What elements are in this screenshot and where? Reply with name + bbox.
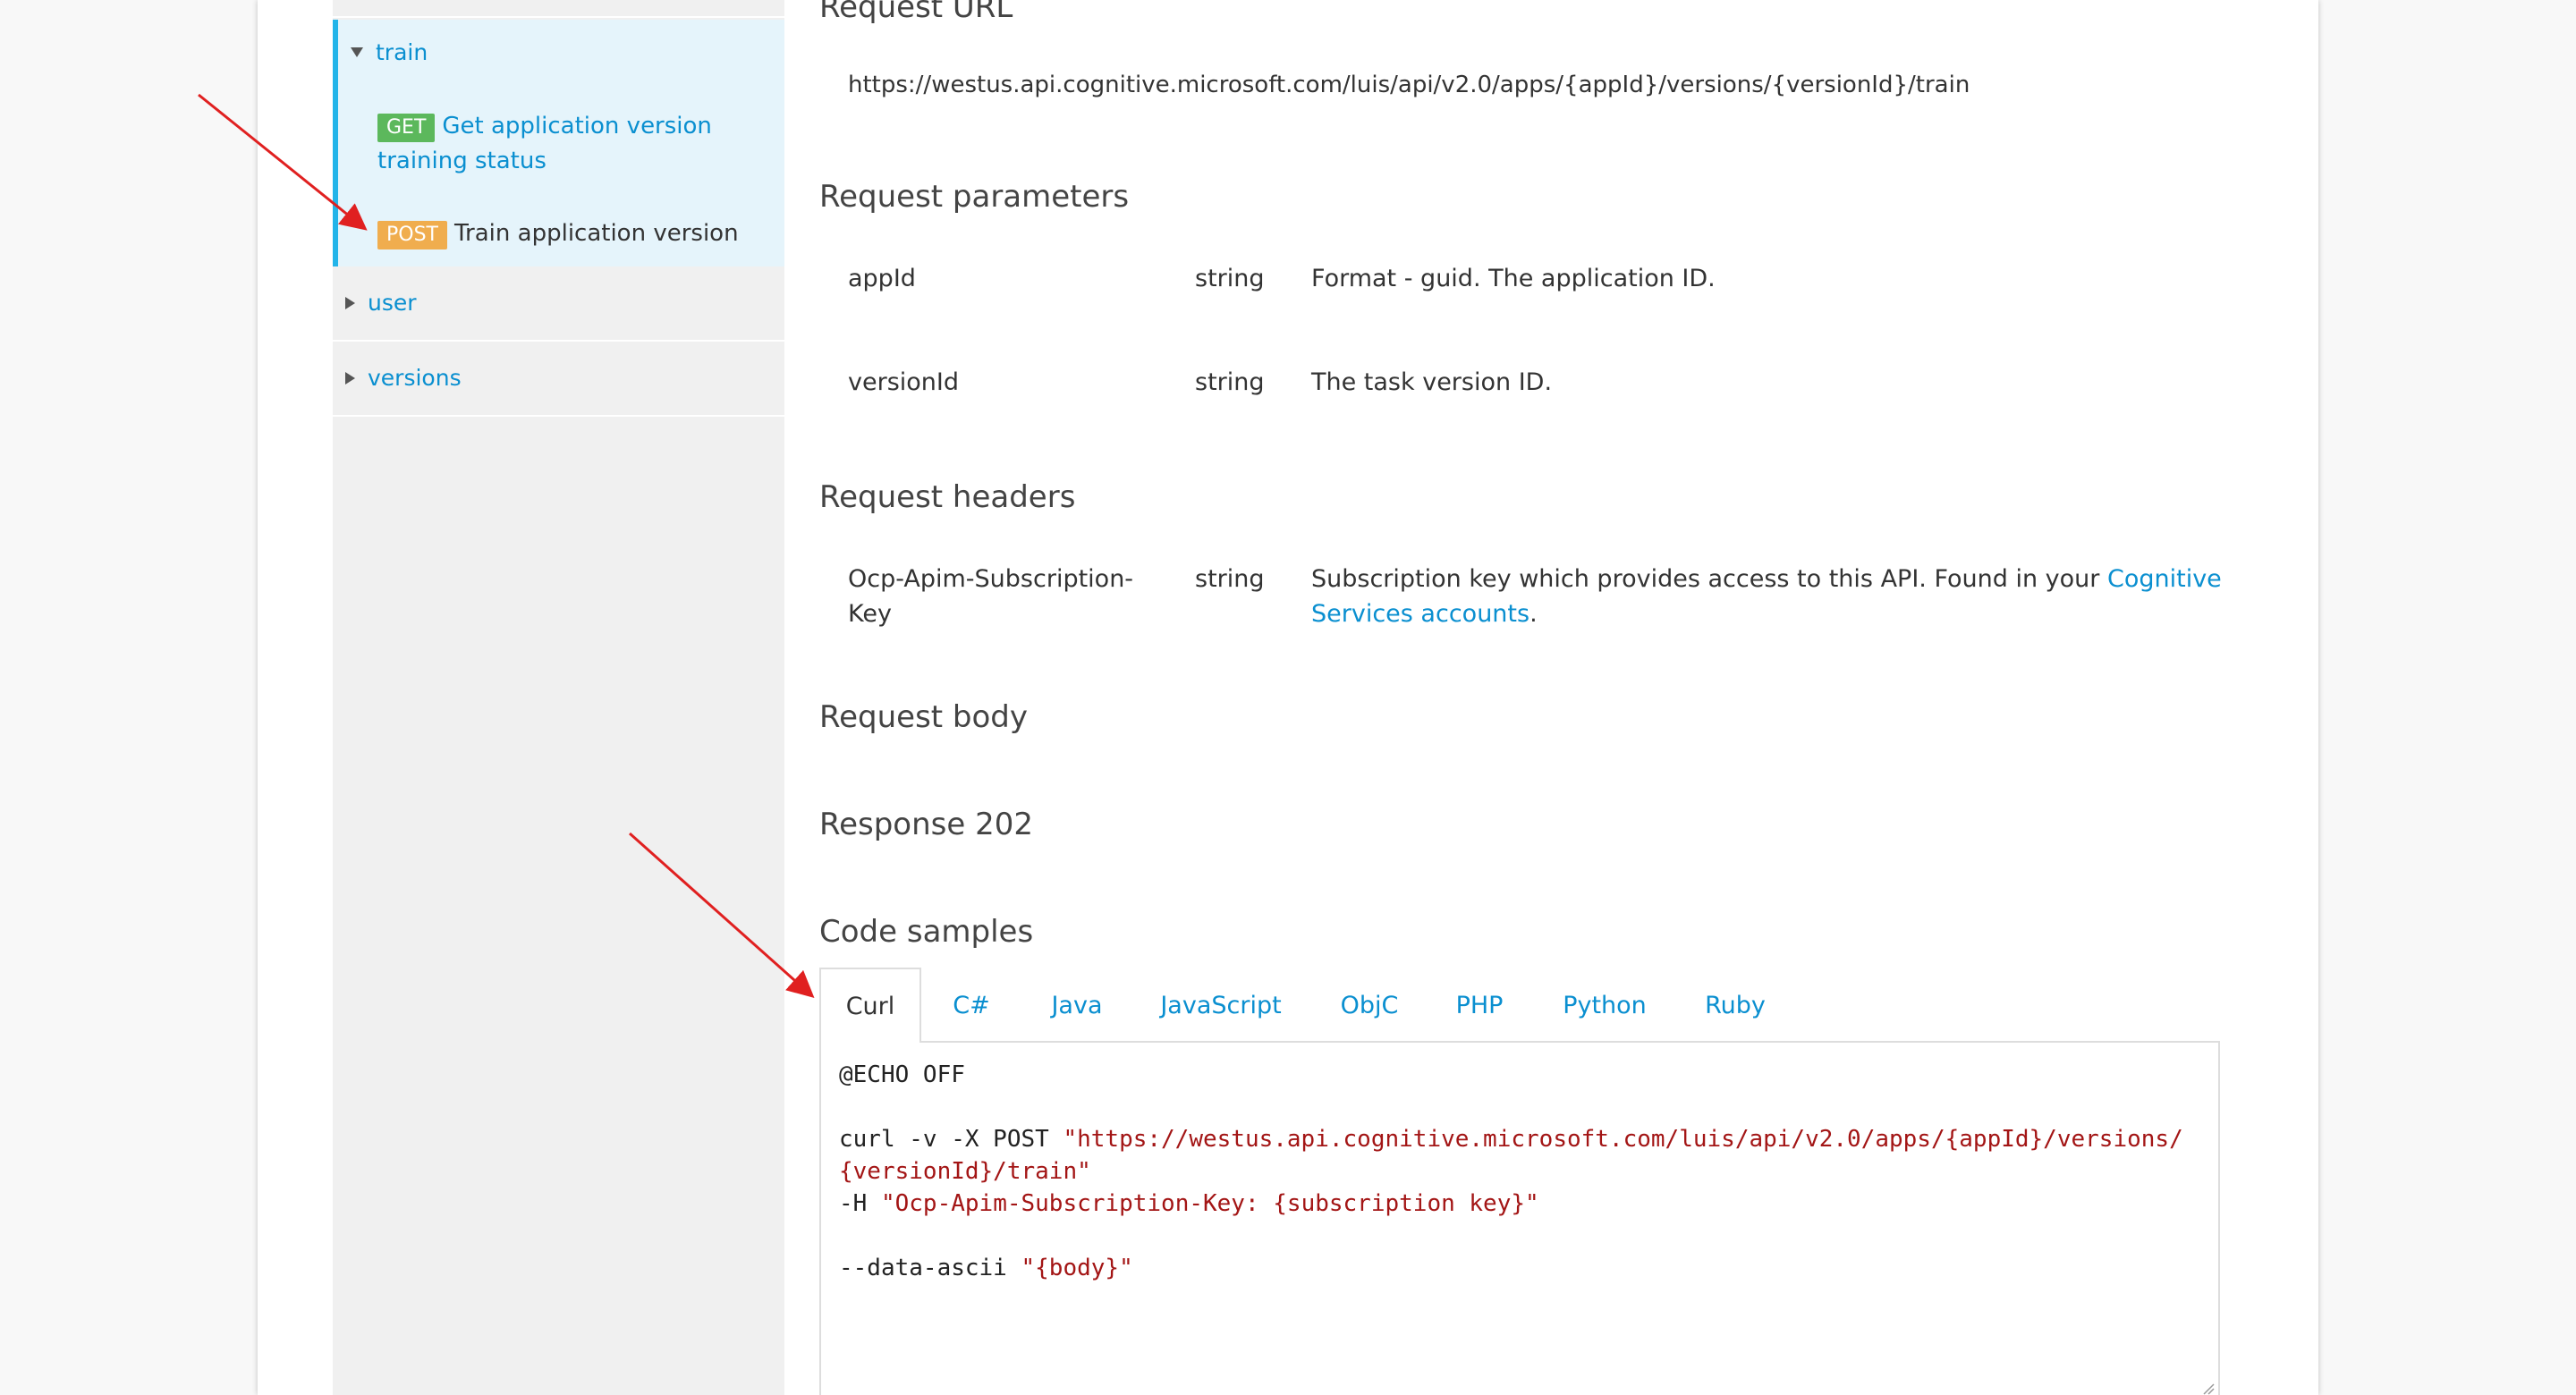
code-token: --data-ascii <box>839 1255 1021 1281</box>
response-title: Response 202 <box>819 807 1033 842</box>
header-name: Ocp-Apim-Subscription- Key <box>848 562 1179 631</box>
code-sample-textarea[interactable]: @ECHO OFF curl -v -X POST "https://westu… <box>819 1043 2220 1395</box>
request-body-title: Request body <box>819 699 1029 735</box>
get-method-badge: GET <box>377 114 436 142</box>
post-method-badge: POST <box>377 221 447 249</box>
code-line: --data-ascii "{body}" <box>839 1252 2200 1284</box>
header-desc-text: Subscription key which provides access t… <box>1311 565 2107 593</box>
tab-php[interactable]: PHP <box>1438 968 1521 1043</box>
code-line: -H "Ocp-Apim-Subscription-Key: {subscrip… <box>839 1188 2200 1220</box>
param-name: versionId <box>848 368 959 396</box>
tab-objc[interactable]: ObjC <box>1320 968 1419 1043</box>
code-samples-title: Code samples <box>819 914 1034 950</box>
code-token: curl -v -X POST <box>839 1126 1063 1153</box>
header-desc-suffix: . <box>1530 600 1538 628</box>
sidebar-op-label: Get application version <box>442 113 712 140</box>
tab-javascript[interactable]: JavaScript <box>1145 968 1297 1043</box>
cognitive-services-link-cont[interactable]: Services accounts <box>1311 600 1530 628</box>
request-headers-title: Request headers <box>819 479 1076 515</box>
sidebar-group-train: train GET Get application version trainin… <box>333 20 784 266</box>
tab-curl[interactable]: Curl <box>819 968 921 1044</box>
code-string: "https://westus.api.cognitive.microsoft.… <box>1063 1126 2183 1153</box>
main-content: Request URL https://westus.api.cognitive… <box>819 0 2233 1395</box>
sidebar-group-user-label: user <box>368 290 417 316</box>
header-type: string <box>1195 565 1265 593</box>
sidebar-op-train-version[interactable]: POST Train application version <box>377 216 771 251</box>
sidebar-op-label: Train application version <box>454 220 739 247</box>
code-token: -H <box>839 1190 881 1217</box>
param-desc: Format - guid. The application ID. <box>1311 265 1716 292</box>
sidebar-group-train-toggle[interactable]: train <box>351 39 428 65</box>
sidebar: train GET Get application version trainin… <box>333 0 784 1395</box>
sidebar-group-versions[interactable]: versions <box>333 343 784 417</box>
header-name-line: Ocp-Apim-Subscription- <box>848 565 1134 593</box>
tab-csharp[interactable]: C# <box>936 968 1007 1043</box>
sidebar-op-label-cont: training status <box>377 148 547 174</box>
param-type: string <box>1195 368 1265 396</box>
header-name-line: Key <box>848 600 892 628</box>
code-string: "{body}" <box>1021 1255 1133 1281</box>
param-name: appId <box>848 265 916 292</box>
request-url-title: Request URL <box>819 0 1013 25</box>
request-url: https://westus.api.cognitive.microsoft.c… <box>848 72 1970 98</box>
sidebar-group-versions-label: versions <box>368 365 462 391</box>
tab-java[interactable]: Java <box>1032 968 1122 1043</box>
param-desc: The task version ID. <box>1311 368 1553 396</box>
caret-down-icon <box>351 47 363 57</box>
resize-handle-icon[interactable] <box>2200 1381 2215 1395</box>
code-string: {versionId}/train" <box>839 1158 1091 1185</box>
code-line: @ECHO OFF <box>839 1061 965 1088</box>
header-desc: Subscription key which provides access t… <box>1311 562 2233 631</box>
cognitive-services-link[interactable]: Cognitive <box>2107 565 2222 593</box>
code-tabs: Curl C# Java JavaScript ObjC PHP Python … <box>819 968 2220 1044</box>
caret-right-icon <box>345 371 355 385</box>
code-line: curl -v -X POST "https://westus.api.cogn… <box>839 1123 2200 1155</box>
sidebar-group-user[interactable]: user <box>333 268 784 342</box>
code-line: {versionId}/train" <box>839 1155 2200 1188</box>
sidebar-group-train-label: train <box>376 39 428 65</box>
param-type: string <box>1195 265 1265 292</box>
tab-python[interactable]: Python <box>1542 968 1667 1043</box>
sidebar-op-get-training-status[interactable]: GET Get application version training stat… <box>377 109 771 179</box>
sidebar-top-row <box>333 0 784 18</box>
code-string: "Ocp-Apim-Subscription-Key: {subscriptio… <box>880 1190 1539 1217</box>
request-params-title: Request parameters <box>819 179 1130 215</box>
caret-right-icon <box>345 296 355 309</box>
tab-ruby[interactable]: Ruby <box>1689 968 1782 1043</box>
